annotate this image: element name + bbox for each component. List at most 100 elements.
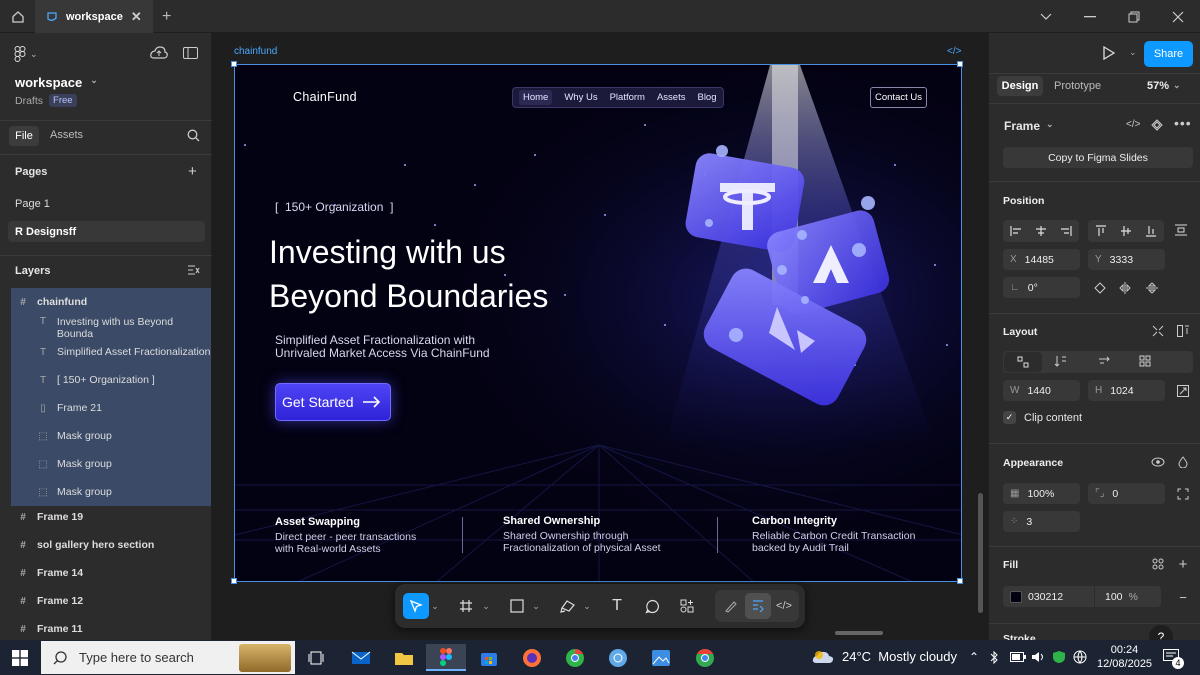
code-icon[interactable]: </> bbox=[1126, 119, 1140, 130]
volume-icon[interactable] bbox=[1031, 651, 1045, 663]
align-top-icon[interactable] bbox=[1095, 225, 1106, 237]
dev-mode-icon[interactable]: </> bbox=[771, 593, 797, 619]
opacity-field[interactable]: ▦ 100% bbox=[1003, 483, 1080, 504]
tab-design[interactable]: Design bbox=[997, 76, 1043, 96]
spacing-field[interactable]: ⁘ 3 bbox=[1003, 511, 1080, 532]
vertical-scrollbar[interactable] bbox=[978, 493, 983, 613]
design-mode-icon[interactable] bbox=[745, 593, 771, 619]
chevron-down-icon[interactable]: ⌄ bbox=[581, 593, 593, 619]
rotation-field[interactable]: ∟ 0° bbox=[1003, 277, 1080, 298]
present-icon[interactable] bbox=[1103, 46, 1115, 60]
minimize-icon[interactable] bbox=[1068, 0, 1112, 33]
nav-blog[interactable]: Blog bbox=[697, 92, 716, 103]
copy-to-slides-button[interactable]: Copy to Figma Slides bbox=[1003, 147, 1193, 168]
layer-row[interactable]: ⬚ Mask group bbox=[11, 450, 211, 478]
flip-horizontal-icon[interactable] bbox=[1114, 277, 1136, 299]
nav-why-us[interactable]: Why Us bbox=[564, 92, 597, 103]
sidebar-toggle-icon[interactable] bbox=[183, 47, 198, 59]
x-field[interactable]: X 14485 bbox=[1003, 249, 1080, 270]
close-tab-icon[interactable]: ✕ bbox=[131, 9, 142, 25]
layer-row[interactable]: ⬚ Mask group bbox=[11, 422, 211, 450]
tab-prototype[interactable]: Prototype bbox=[1054, 80, 1101, 92]
align-left-icon[interactable] bbox=[1010, 226, 1022, 236]
frame-type-dropdown[interactable]: Frame ⌄ bbox=[1004, 119, 1054, 133]
align-right-icon[interactable] bbox=[1060, 226, 1072, 236]
zoom-control[interactable]: 57% ⌄ bbox=[1147, 80, 1181, 92]
distribute-icon[interactable] bbox=[1175, 224, 1187, 236]
page-item[interactable]: Page 1 bbox=[15, 198, 50, 210]
figma-app-icon[interactable] bbox=[426, 644, 466, 671]
nav-home[interactable]: Home bbox=[519, 90, 553, 105]
component-icon[interactable] bbox=[1151, 119, 1163, 131]
layer-row[interactable]: # sol gallery hero section bbox=[11, 531, 211, 559]
width-field[interactable]: W 1440 bbox=[1003, 380, 1080, 401]
collapse-layout-icon[interactable] bbox=[1147, 320, 1169, 342]
layer-row[interactable]: # chainfund bbox=[11, 288, 211, 316]
more-options-icon[interactable]: ••• bbox=[1174, 115, 1192, 131]
layer-row[interactable]: # Frame 11 bbox=[11, 615, 211, 643]
chevron-down-icon[interactable] bbox=[1024, 0, 1068, 33]
horizontal-scrollbar[interactable] bbox=[835, 631, 883, 635]
resize-handle[interactable] bbox=[957, 61, 963, 67]
share-button[interactable]: Share bbox=[1144, 41, 1193, 67]
workspace-name[interactable]: workspace ⌄ bbox=[15, 75, 98, 90]
new-tab-icon[interactable]: + bbox=[162, 8, 171, 26]
tab-file[interactable]: File bbox=[9, 126, 39, 146]
show-hidden-icons-chevron-icon[interactable]: ⌃ bbox=[969, 650, 979, 664]
nav-assets[interactable]: Assets bbox=[657, 92, 686, 103]
align-bottom-icon[interactable] bbox=[1146, 225, 1157, 237]
tab-assets[interactable]: Assets bbox=[50, 129, 83, 141]
security-shield-icon[interactable] bbox=[1052, 650, 1066, 664]
taskbar-search-box[interactable]: Type here to search bbox=[41, 641, 295, 674]
chromium-browser-icon[interactable] bbox=[555, 644, 595, 671]
align-center-h-icon[interactable] bbox=[1035, 226, 1047, 236]
add-page-icon[interactable]: + bbox=[188, 163, 197, 180]
file-explorer-icon[interactable] bbox=[384, 644, 424, 671]
nav-platform[interactable]: Platform bbox=[610, 92, 645, 103]
restore-icon[interactable] bbox=[1112, 0, 1156, 33]
move-tool-icon[interactable] bbox=[403, 593, 429, 619]
remove-fill-icon[interactable]: − bbox=[1172, 586, 1194, 608]
canvas[interactable]: chainfund </> ChainFund Home Why Us Plat… bbox=[212, 33, 988, 640]
layers-options-icon[interactable] bbox=[187, 265, 200, 276]
battery-icon[interactable] bbox=[1010, 652, 1026, 662]
firefox-icon[interactable] bbox=[512, 644, 552, 671]
tab-workspace[interactable]: workspace ✕ bbox=[35, 0, 153, 33]
independent-corners-icon[interactable] bbox=[1172, 483, 1194, 505]
layer-row[interactable]: T Investing with us Beyond Bounda bbox=[11, 316, 211, 338]
rotate-icon[interactable] bbox=[1089, 277, 1111, 299]
layer-row[interactable]: # Frame 14 bbox=[11, 559, 211, 587]
rectangle-tool-icon[interactable] bbox=[504, 593, 530, 619]
visibility-eye-icon[interactable] bbox=[1147, 451, 1169, 473]
search-icon[interactable] bbox=[187, 129, 200, 142]
resize-handle[interactable] bbox=[231, 61, 237, 67]
fill-color-swatch[interactable] bbox=[1010, 590, 1022, 603]
resize-handle[interactable] bbox=[957, 578, 963, 584]
windows-start-icon[interactable] bbox=[0, 644, 40, 671]
freeform-layout-icon[interactable] bbox=[1004, 352, 1042, 372]
layer-row[interactable]: # Frame 12 bbox=[11, 587, 211, 615]
height-field[interactable]: H 1024 bbox=[1088, 380, 1165, 401]
horizontal-layout-icon[interactable] bbox=[1098, 355, 1110, 367]
site-logo[interactable]: ChainFund bbox=[293, 90, 357, 104]
clock[interactable]: 00:24 12/08/2025 bbox=[1097, 643, 1152, 671]
chevron-down-icon[interactable]: ⌄ bbox=[530, 593, 542, 619]
draw-mode-icon[interactable] bbox=[718, 593, 744, 619]
language-globe-icon[interactable] bbox=[1073, 650, 1087, 664]
home-icon[interactable] bbox=[0, 0, 35, 33]
clip-content-checkbox[interactable]: ✓ Clip content bbox=[1003, 411, 1082, 424]
corner-radius-field[interactable]: ⌜⌟ 0 bbox=[1088, 483, 1165, 504]
layer-row[interactable]: T Simplified Asset Fractionalization bbox=[11, 338, 211, 366]
resize-handle[interactable] bbox=[231, 578, 237, 584]
comment-tool-icon[interactable] bbox=[639, 593, 665, 619]
layer-row[interactable]: T [ 150+ Organization ] bbox=[11, 366, 211, 394]
fill-color-field[interactable]: 030212 100 % bbox=[1003, 586, 1161, 607]
contact-button[interactable]: Contact Us bbox=[870, 87, 927, 108]
weather-widget[interactable]: 24°C Mostly cloudy bbox=[812, 649, 957, 664]
layer-row[interactable]: # Frame 19 bbox=[11, 503, 211, 531]
task-view-icon[interactable] bbox=[296, 644, 336, 671]
chrome-icon[interactable] bbox=[685, 644, 725, 671]
chevron-down-icon[interactable]: ⌄ bbox=[1129, 47, 1137, 58]
actions-icon[interactable] bbox=[674, 593, 700, 619]
photos-icon[interactable] bbox=[641, 644, 681, 671]
